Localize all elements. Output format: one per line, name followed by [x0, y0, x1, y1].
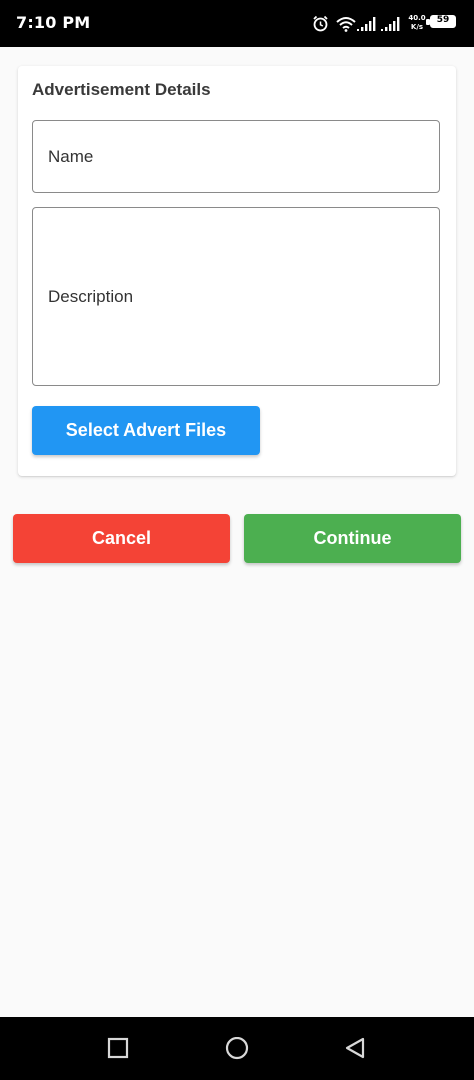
wifi-icon [336, 17, 356, 32]
network-speed-value: 40.0 [408, 14, 426, 22]
home-icon[interactable] [225, 1037, 249, 1061]
signal-icon-2 [381, 17, 400, 31]
continue-button[interactable]: Continue [244, 514, 461, 563]
description-field[interactable]: Description [32, 207, 440, 386]
signal-icon [357, 17, 376, 31]
name-field-label: Name [48, 147, 94, 166]
name-field[interactable]: Name [32, 120, 440, 193]
network-speed: 40.0 K/s [408, 14, 426, 32]
alarm-icon [313, 15, 328, 32]
status-time: 7:10 PM [16, 13, 91, 32]
cancel-button[interactable]: Cancel [13, 514, 230, 563]
network-speed-unit: K/s [410, 23, 424, 31]
navigation-bar [0, 1017, 474, 1080]
description-field-label: Description [48, 287, 134, 306]
back-icon[interactable] [343, 1037, 367, 1061]
advertisement-details-card: Advertisement Details Name Description S… [18, 66, 456, 476]
recent-apps-icon[interactable] [107, 1037, 129, 1059]
battery-icon: 59 [430, 15, 456, 28]
battery-percentage: 59 [436, 15, 450, 25]
card-title: Advertisement Details [32, 80, 211, 99]
status-bar: 7:10 PM 40.0 K/s 59 [0, 0, 474, 47]
select-advert-files-button[interactable]: Select Advert Files [32, 406, 260, 455]
